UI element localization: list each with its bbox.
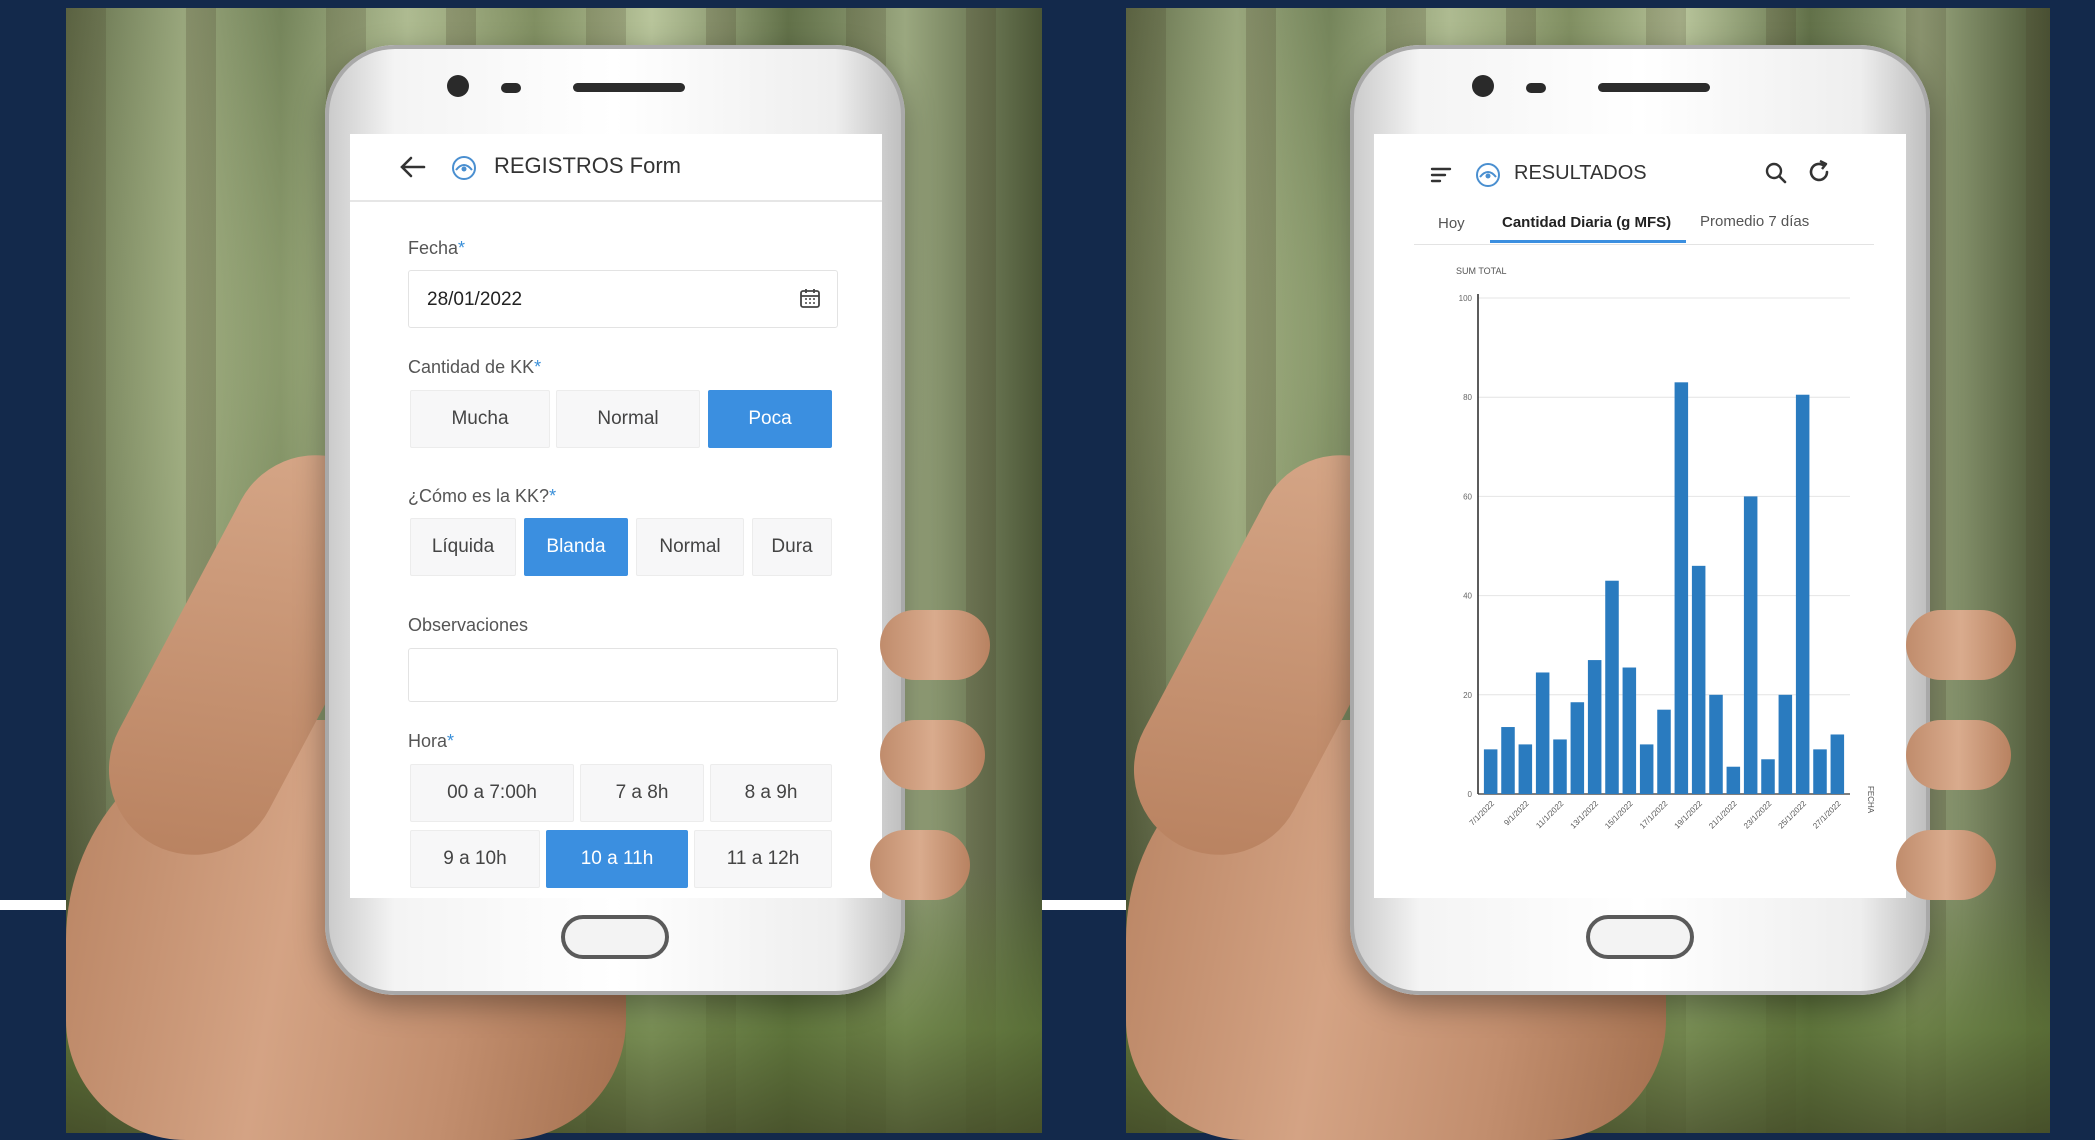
results-screen: RESULTADOS Hoy Cantidad Diaria (g MFS) P… — [1374, 134, 1906, 898]
x-tick-label: 23/1/2022 — [1742, 799, 1774, 831]
cantidad-option-normal[interactable]: Normal — [556, 390, 700, 448]
bar — [1483, 749, 1498, 794]
bar — [1778, 694, 1793, 794]
bar — [1570, 702, 1585, 794]
sensor — [1526, 83, 1546, 93]
como-option-dura[interactable]: Dura — [752, 518, 832, 576]
observaciones-input[interactable] — [408, 648, 838, 702]
x-tick-label: 15/1/2022 — [1603, 799, 1635, 831]
divider-line — [1042, 900, 1126, 910]
x-axis-title: FECHA — [1866, 786, 1875, 814]
como-option-normal[interactable]: Normal — [636, 518, 744, 576]
hora-option-11-12[interactable]: 11 a 12h — [694, 830, 832, 888]
fecha-label: Fecha* — [408, 238, 466, 258]
x-tick-label: 27/1/2022 — [1811, 799, 1843, 831]
hand-finger — [880, 610, 990, 680]
front-camera — [1472, 75, 1494, 97]
x-tick-label: 21/1/2022 — [1707, 799, 1739, 831]
hand-finger — [880, 720, 985, 790]
y-tick-label: 100 — [1459, 294, 1473, 303]
x-tick-label: 9/1/2022 — [1502, 799, 1531, 828]
x-tick-label: 7/1/2022 — [1468, 799, 1497, 828]
bar — [1605, 580, 1619, 794]
daily-amount-bar-chart: SUM TOTAL 0 20 40 60 80 100 7/1/2022 9/1/2022 11/… — [1456, 266, 1875, 831]
como-option-blanda[interactable]: Blanda — [524, 518, 628, 576]
app-logo-icon — [452, 156, 476, 180]
y-tick-label: 60 — [1463, 492, 1472, 501]
bar — [1639, 744, 1654, 794]
cantidad-option-poca[interactable]: Poca — [708, 390, 832, 448]
sensor — [501, 83, 521, 93]
bar — [1501, 727, 1515, 794]
results-title: RESULTADOS — [1514, 162, 1647, 184]
hora-option-00-7[interactable]: 00 a 7:00h — [410, 764, 574, 822]
bar — [1726, 766, 1741, 794]
page-title: REGISTROS Form — [494, 153, 682, 178]
x-tick-label: 19/1/2022 — [1673, 799, 1705, 831]
y-tick-label: 0 — [1468, 790, 1473, 799]
y-tick-label: 20 — [1463, 691, 1472, 700]
fecha-value: 28/01/2022 — [427, 289, 523, 310]
y-tick-label: 80 — [1463, 393, 1472, 402]
hora-option-7-8[interactable]: 7 a 8h — [580, 764, 704, 822]
x-tick-label: 11/1/2022 — [1534, 799, 1565, 830]
back-arrow-icon[interactable] — [400, 156, 426, 178]
bar — [1674, 382, 1689, 794]
bar — [1795, 394, 1810, 794]
como-label: ¿Cómo es la KK?* — [408, 486, 557, 506]
hand-finger — [1906, 720, 2011, 790]
x-tick-label: 13/1/2022 — [1569, 799, 1601, 831]
x-tick-label: 25/1/2022 — [1777, 799, 1809, 831]
hand-finger — [870, 830, 970, 900]
app-logo-icon — [1476, 163, 1500, 187]
form-screen: REGISTROS Form Fecha* 28/01/2022 Cantida… — [350, 134, 882, 898]
filter-menu-icon[interactable] — [1430, 166, 1452, 184]
form-app-bar: REGISTROS Form — [350, 134, 882, 202]
tab-hoy[interactable]: Hoy — [1438, 215, 1465, 232]
hora-option-9-10[interactable]: 9 a 10h — [410, 830, 540, 888]
bar — [1830, 734, 1845, 794]
bar — [1553, 739, 1567, 794]
hora-option-8-9[interactable]: 8 a 9h — [710, 764, 832, 822]
y-tick-label: 40 — [1463, 592, 1472, 601]
earpiece-speaker — [1598, 83, 1710, 92]
hand-finger — [1906, 610, 2016, 680]
divider-line — [0, 900, 66, 910]
bar — [1518, 744, 1533, 794]
y-axis-title: SUM TOTAL — [1456, 266, 1507, 276]
tab-cantidad-diaria[interactable]: Cantidad Diaria (g MFS) — [1502, 214, 1671, 231]
como-option-liquida[interactable]: Líquida — [410, 518, 516, 576]
hand-finger — [1896, 830, 1996, 900]
cantidad-option-mucha[interactable]: Mucha — [410, 390, 550, 448]
bar — [1813, 749, 1827, 794]
bar — [1743, 496, 1758, 794]
bar — [1761, 759, 1775, 794]
hora-label: Hora* — [408, 731, 455, 751]
cantidad-label: Cantidad de KK* — [408, 357, 542, 377]
home-button[interactable] — [1586, 915, 1694, 959]
active-tab-indicator — [1490, 240, 1686, 243]
bar — [1622, 667, 1637, 794]
bar — [1535, 672, 1550, 794]
bar — [1691, 565, 1706, 794]
earpiece-speaker — [573, 83, 685, 92]
hora-option-10-11[interactable]: 10 a 11h — [546, 830, 688, 888]
refresh-icon[interactable] — [1806, 159, 1832, 185]
x-tick-label: 17/1/2022 — [1638, 799, 1670, 831]
front-camera — [447, 75, 469, 97]
home-button[interactable] — [561, 915, 669, 959]
bar — [1587, 660, 1602, 794]
bar — [1657, 709, 1671, 794]
bar — [1709, 694, 1723, 794]
tab-promedio-7-dias[interactable]: Promedio 7 días — [1700, 213, 1809, 230]
observaciones-label: Observaciones — [408, 615, 529, 635]
search-icon[interactable] — [1764, 161, 1788, 185]
fecha-date-field[interactable]: 28/01/2022 — [408, 270, 838, 328]
tabs-divider — [1414, 244, 1874, 245]
calendar-icon[interactable] — [799, 287, 821, 309]
